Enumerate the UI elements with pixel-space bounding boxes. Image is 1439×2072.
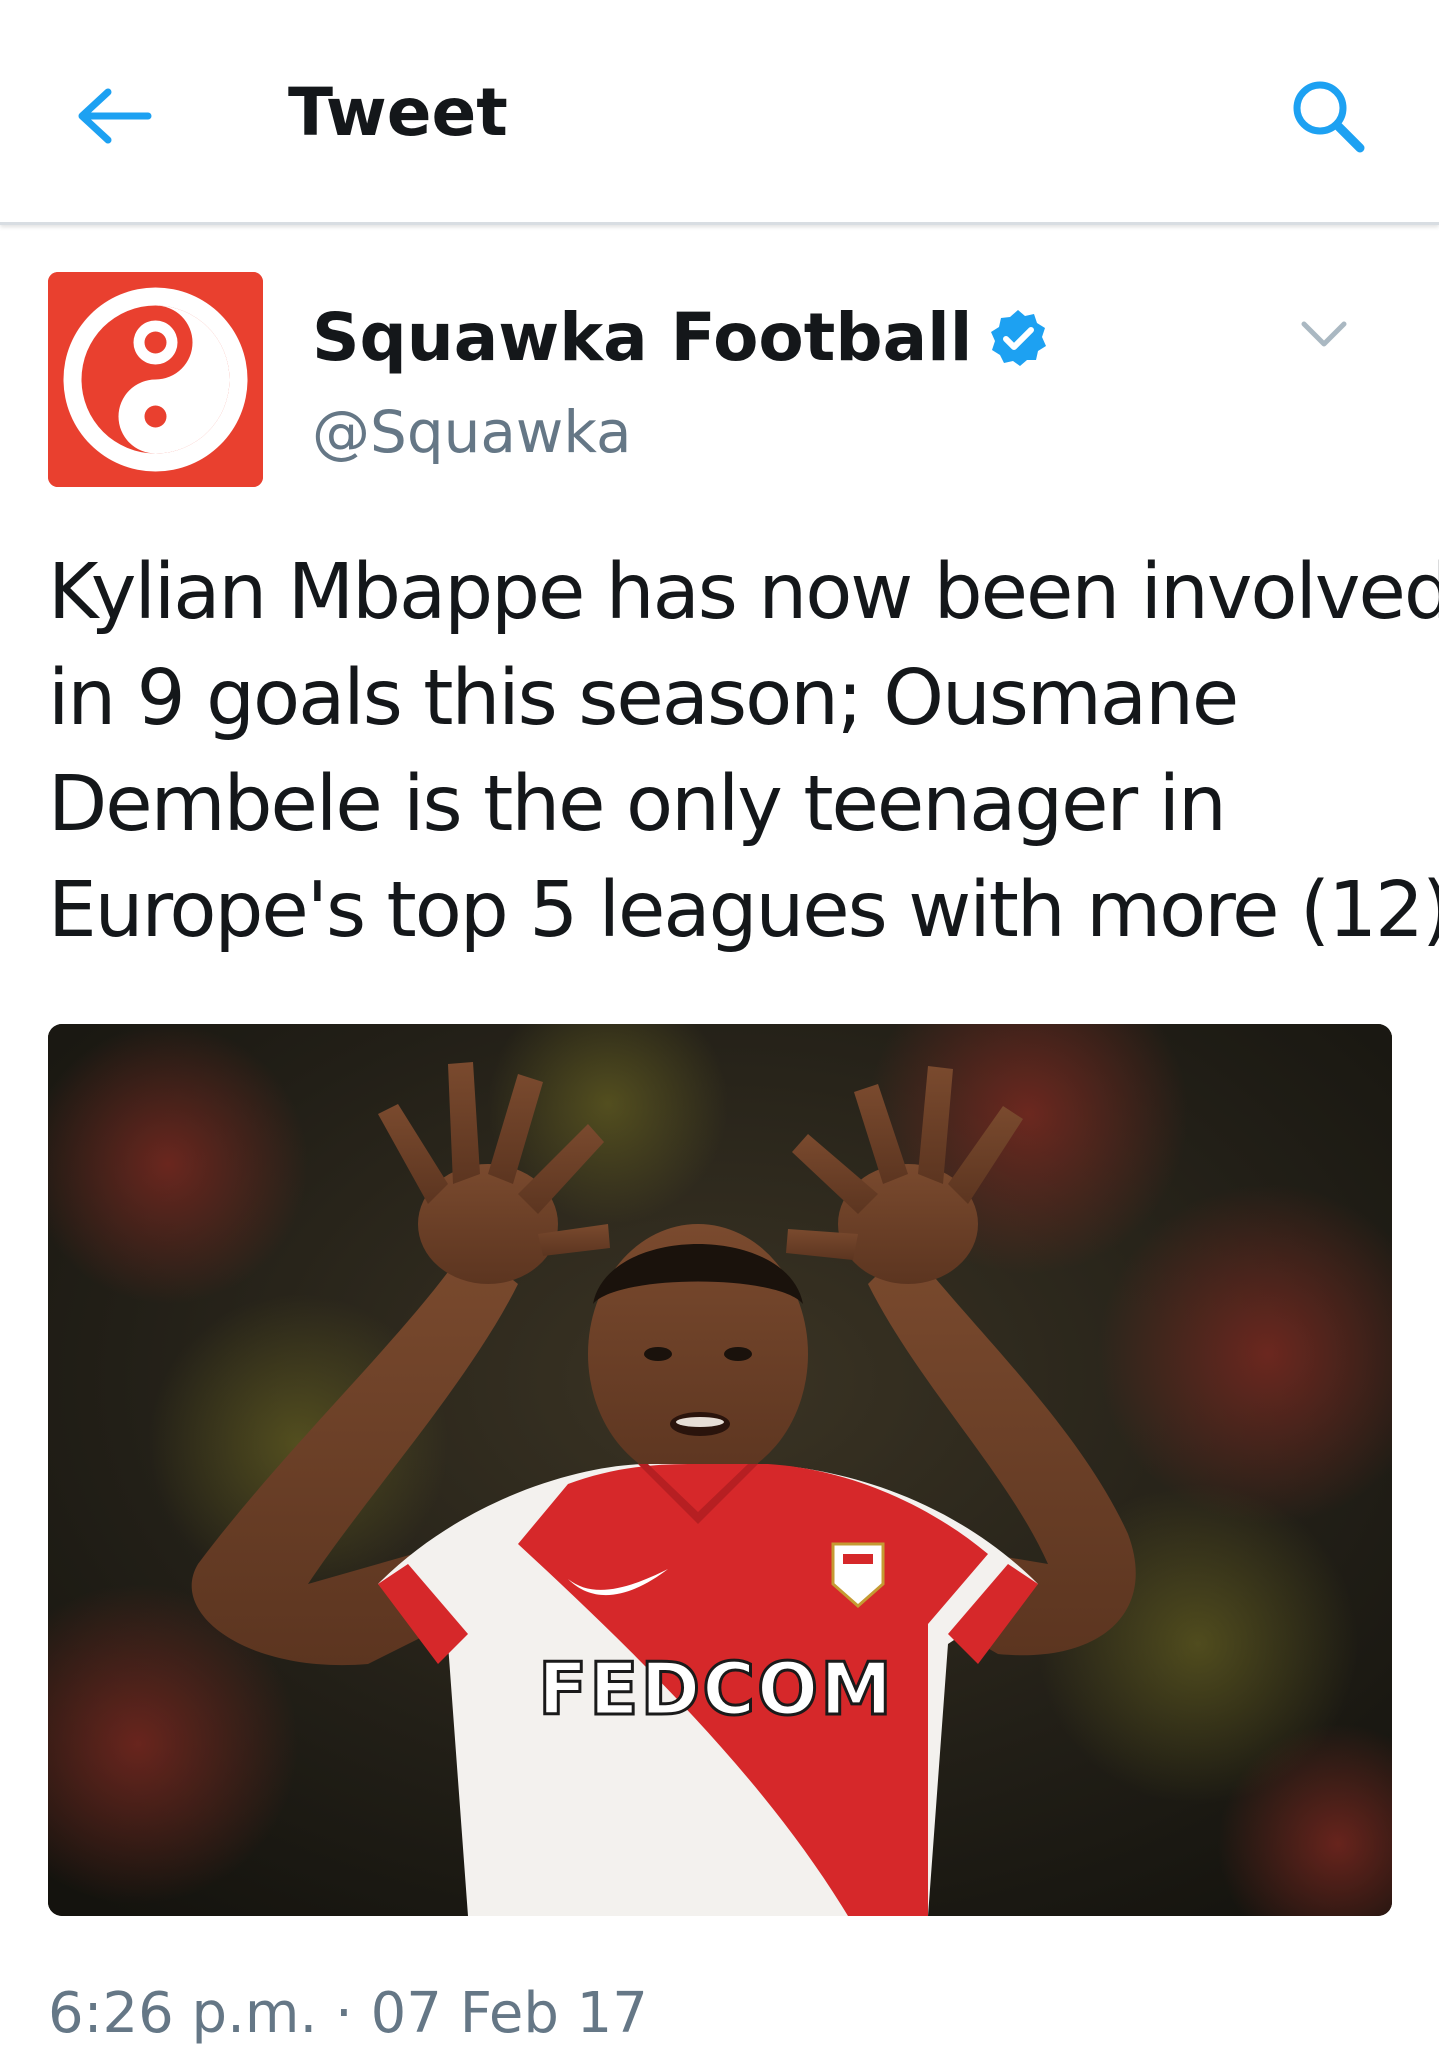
search-button[interactable]	[1276, 64, 1380, 168]
chevron-down-icon	[1301, 321, 1347, 347]
tweet-text-line: Europe's top 5 leagues with more (12).	[48, 866, 1439, 955]
tweet-text-line: Kylian Mbappe has now been involved	[48, 548, 1439, 637]
tweet-menu-button[interactable]	[1280, 290, 1368, 378]
squawka-logo-icon	[48, 272, 263, 487]
author-display-name[interactable]: Squawka Football	[312, 296, 972, 380]
tweet-photo[interactable]: FEDCOM	[48, 1024, 1392, 1916]
app-bar: Tweet	[0, 0, 1439, 225]
tweet-text: Kylian Mbappe has now been involved in 9…	[48, 540, 1439, 964]
tweet-text-line: Dembele is the only teenager in	[48, 760, 1227, 849]
shirt-sponsor-text: FEDCOM	[538, 1647, 894, 1731]
search-icon	[1293, 81, 1365, 153]
tweet-text-line: in 9 goals this season; Ousmane	[48, 654, 1239, 743]
avatar[interactable]	[48, 272, 263, 487]
author-handle[interactable]: @Squawka	[312, 392, 631, 472]
page-title: Tweet	[288, 74, 508, 151]
player-celebration-image: FEDCOM	[48, 1024, 1392, 1916]
back-button[interactable]	[66, 68, 162, 164]
tweet-timestamp[interactable]: 6:26 p.m. · 07 Feb 17	[48, 1976, 648, 2052]
verified-badge-icon	[988, 308, 1048, 368]
arrow-left-icon	[78, 88, 152, 144]
author-name-row[interactable]: Squawka Football	[312, 296, 1048, 380]
